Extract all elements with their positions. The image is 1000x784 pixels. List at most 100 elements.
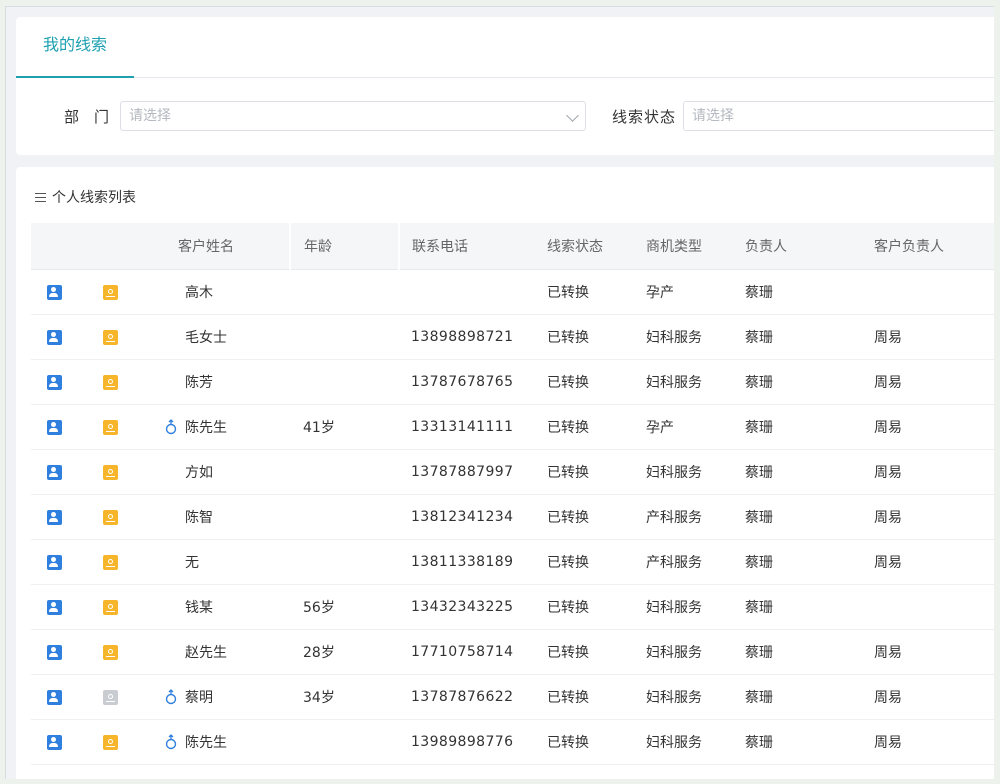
- lead-status-select[interactable]: 请选择: [683, 101, 994, 131]
- owner-cell: 蔡珊: [745, 359, 874, 405]
- lightbulb-icon[interactable]: [103, 644, 118, 660]
- table-row[interactable]: 无 13811338189 已转换 产科服务 蔡珊 周易: [31, 539, 994, 585]
- lead-status-cell: 已转换: [547, 539, 646, 585]
- lightbulb-icon[interactable]: [103, 734, 118, 750]
- lightbulb-icon[interactable]: [103, 554, 118, 570]
- customer-owner-cell: 周易: [874, 629, 994, 675]
- header-opportunity-type[interactable]: 商机类型: [646, 223, 745, 270]
- header-customer-owner[interactable]: 客户负责人: [874, 223, 994, 270]
- lightbulb-icon[interactable]: [103, 464, 118, 480]
- customer-owner-cell: 周易: [874, 719, 994, 765]
- department-label: 部门: [64, 108, 125, 126]
- male-icon: [164, 734, 178, 750]
- table-row[interactable]: 蔡明 34岁 13787876622 已转换 妇科服务 蔡珊 周易: [31, 674, 994, 720]
- lightbulb-icon[interactable]: [103, 509, 118, 525]
- customer-card-icon[interactable]: [47, 329, 62, 345]
- table-row[interactable]: 陈先生 13989898776 已转换 妇科服务 蔡珊 周易: [31, 719, 994, 765]
- customer-card-icon[interactable]: [47, 284, 62, 300]
- header-owner[interactable]: 负责人: [745, 223, 874, 270]
- age-cell: [290, 494, 399, 540]
- customer-name[interactable]: 赵先生: [185, 645, 227, 661]
- customer-owner-cell: 周易: [874, 314, 994, 360]
- phone-cell: 13812341234: [399, 494, 547, 540]
- customer-card-icon[interactable]: [47, 644, 62, 660]
- lightbulb-icon[interactable]: [103, 374, 118, 390]
- customer-card-icon[interactable]: [47, 554, 62, 570]
- header-phone[interactable]: 联系电话: [398, 223, 547, 270]
- app-frame: 我的线索 部门 请选择 线索状态 请选择 个人线索列表 客户姓名 年龄 联系电话…: [5, 6, 994, 779]
- table-row[interactable]: 陈先生 41岁 13313141111 已转换 孕产 蔡珊 周易: [31, 404, 994, 450]
- lead-status-label: 线索状态: [612, 108, 677, 126]
- header-icon-col: [81, 223, 137, 270]
- customer-owner-cell: [874, 269, 994, 315]
- table-row[interactable]: 陈智 13812341234 已转换 产科服务 蔡珊 周易: [31, 494, 994, 540]
- department-select[interactable]: 请选择: [120, 101, 586, 131]
- opportunity-type-cell: 妇科服务: [646, 584, 745, 630]
- lightbulb-icon[interactable]: [103, 329, 118, 345]
- customer-card-icon[interactable]: [47, 689, 62, 705]
- owner-cell: 蔡珊: [745, 674, 874, 720]
- filter-card: 我的线索 部门 请选择 线索状态 请选择: [16, 17, 994, 155]
- filter-row: 部门 请选择 线索状态 请选择: [16, 78, 994, 155]
- tab-bar: 我的线索: [16, 17, 994, 78]
- list-icon: [33, 193, 46, 203]
- header-customer-name[interactable]: 客户姓名: [137, 223, 290, 270]
- header-icon-col: [31, 223, 81, 270]
- customer-name[interactable]: 方如: [185, 465, 213, 481]
- customer-card-icon[interactable]: [47, 374, 62, 390]
- male-icon: [164, 689, 178, 705]
- lightbulb-icon[interactable]: [103, 284, 118, 300]
- header-age[interactable]: 年龄: [289, 223, 399, 270]
- table-row[interactable]: 方如 13787887997 已转换 妇科服务 蔡珊 周易: [31, 449, 994, 495]
- customer-name[interactable]: 毛女士: [185, 330, 227, 346]
- customer-name[interactable]: 高木: [185, 285, 213, 301]
- customer-card-icon[interactable]: [47, 464, 62, 480]
- table-header: 客户姓名 年龄 联系电话 线索状态 商机类型 负责人 客户负责人: [31, 223, 994, 270]
- customer-owner-cell: [874, 584, 994, 630]
- header-lead-status[interactable]: 线索状态: [547, 223, 646, 270]
- opportunity-type-cell: 妇科服务: [646, 449, 745, 495]
- customer-name[interactable]: 陈芳: [185, 375, 213, 391]
- customer-owner-cell: 周易: [874, 359, 994, 405]
- customer-card-icon[interactable]: [47, 734, 62, 750]
- age-cell: [290, 269, 399, 315]
- customer-owner-cell: 周易: [874, 539, 994, 585]
- age-cell: 41岁: [290, 404, 399, 450]
- phone-cell: 13787887997: [399, 449, 547, 495]
- customer-name[interactable]: 蔡明: [185, 690, 213, 706]
- owner-cell: 蔡珊: [745, 494, 874, 540]
- chevron-down-icon: [566, 109, 579, 122]
- customer-card-icon[interactable]: [47, 509, 62, 525]
- table-row[interactable]: 陈芳 13787678765 已转换 妇科服务 蔡珊 周易: [31, 359, 994, 405]
- opportunity-type-cell: 孕产: [646, 269, 745, 315]
- age-cell: [290, 719, 399, 765]
- phone-cell: 13811338189: [399, 539, 547, 585]
- tab-my-leads[interactable]: 我的线索: [16, 17, 134, 78]
- customer-card-icon[interactable]: [47, 599, 62, 615]
- lead-status-cell: 已转换: [547, 629, 646, 675]
- age-cell: [290, 359, 399, 405]
- opportunity-type-cell: 产科服务: [646, 494, 745, 540]
- customer-name[interactable]: 钱某: [185, 600, 213, 616]
- lightbulb-icon[interactable]: [103, 689, 118, 705]
- opportunity-type-cell: 妇科服务: [646, 719, 745, 765]
- table-row[interactable]: 赵先生 28岁 17710758714 已转换 妇科服务 蔡珊 周易: [31, 629, 994, 675]
- age-cell: 34岁: [290, 674, 399, 720]
- table-row[interactable]: 毛女士 13898898721 已转换 妇科服务 蔡珊 周易: [31, 314, 994, 360]
- phone-cell: 13432343225: [399, 584, 547, 630]
- phone-cell: 13787678765: [399, 359, 547, 405]
- customer-name[interactable]: 陈先生: [185, 735, 227, 751]
- customer-name[interactable]: 陈先生: [185, 420, 227, 436]
- customer-name[interactable]: 陈智: [185, 510, 213, 526]
- lightbulb-icon[interactable]: [103, 419, 118, 435]
- opportunity-type-cell: 产科服务: [646, 539, 745, 585]
- lightbulb-icon[interactable]: [103, 599, 118, 615]
- customer-name[interactable]: 无: [185, 555, 199, 571]
- phone-cell: 13313141111: [399, 404, 547, 450]
- opportunity-type-cell: 妇科服务: [646, 359, 745, 405]
- department-placeholder: 请选择: [129, 108, 171, 124]
- table-row[interactable]: 钱某 56岁 13432343225 已转换 妇科服务 蔡珊: [31, 584, 994, 630]
- lead-list-card: 个人线索列表 客户姓名 年龄 联系电话 线索状态 商机类型 负责人 客户负责人: [16, 167, 994, 779]
- customer-card-icon[interactable]: [47, 419, 62, 435]
- table-row[interactable]: 高木 已转换 孕产 蔡珊: [31, 269, 994, 315]
